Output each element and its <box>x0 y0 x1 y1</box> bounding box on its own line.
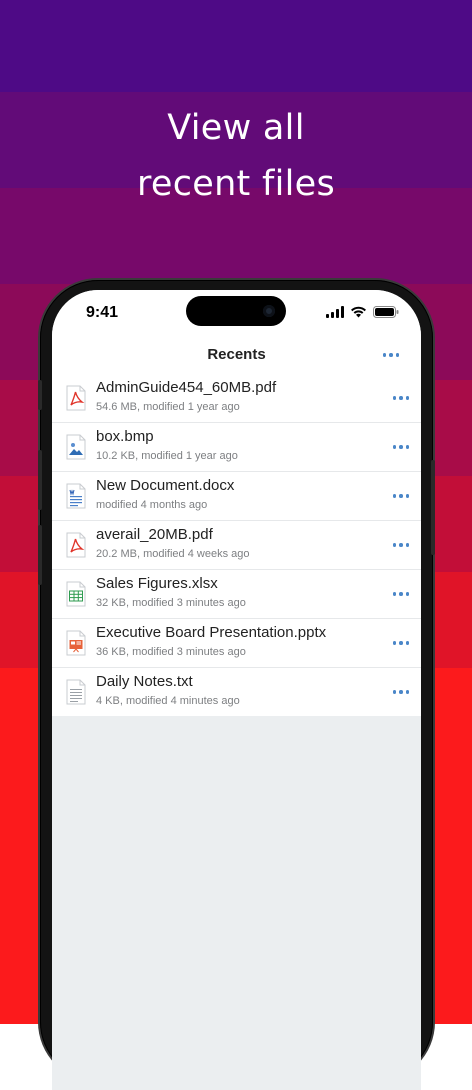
headline: View all recent files <box>0 100 472 212</box>
spreadsheet-icon <box>66 581 86 607</box>
recent-files-list: AdminGuide454_60MB.pdf 54.6 MB, modified… <box>52 374 421 716</box>
file-more-button[interactable] <box>389 585 413 603</box>
pdf-icon <box>66 532 86 558</box>
status-icons <box>326 306 399 318</box>
more-dots-icon <box>389 585 413 603</box>
file-more-button[interactable] <box>389 634 413 652</box>
phone-volume-up-button <box>38 450 42 510</box>
pdf-icon <box>66 385 86 411</box>
file-name: box.bmp <box>96 428 154 445</box>
list-item[interactable]: Executive Board Presentation.pptx 36 KB,… <box>52 619 421 668</box>
dynamic-island <box>186 296 286 326</box>
image-icon <box>66 434 86 460</box>
more-dots-icon <box>382 346 399 364</box>
phone-power-button <box>431 460 435 555</box>
file-more-button[interactable] <box>389 536 413 554</box>
list-item[interactable]: Sales Figures.xlsx 32 KB, modified 3 min… <box>52 570 421 619</box>
wifi-icon <box>351 306 366 318</box>
file-name: Executive Board Presentation.pptx <box>96 624 327 641</box>
page-title: Recents <box>207 346 266 363</box>
presentation-icon <box>66 630 86 656</box>
more-dots-icon <box>389 683 413 701</box>
phone-volume-down-button <box>38 525 42 585</box>
file-meta: 4 KB, modified 4 minutes ago <box>96 695 240 707</box>
file-name: averail_20MB.pdf <box>96 526 213 543</box>
more-dots-icon <box>389 487 413 505</box>
headline-line-2: recent files <box>136 164 336 204</box>
file-meta: 20.2 MB, modified 4 weeks ago <box>96 548 250 560</box>
file-more-button[interactable] <box>389 683 413 701</box>
word-doc-icon <box>66 483 86 509</box>
status-time: 9:41 <box>86 304 119 321</box>
file-meta: 36 KB, modified 3 minutes ago <box>96 646 246 658</box>
more-dots-icon <box>389 389 413 407</box>
file-more-button[interactable] <box>389 487 413 505</box>
list-item[interactable]: box.bmp 10.2 KB, modified 1 year ago <box>52 423 421 472</box>
cellular-signal-icon <box>326 306 344 318</box>
more-dots-icon <box>389 536 413 554</box>
phone-side-button <box>38 380 42 410</box>
status-bar: 9:41 <box>52 290 421 342</box>
file-meta: 32 KB, modified 3 minutes ago <box>96 597 246 609</box>
list-item[interactable]: New Document.docx modified 4 months ago <box>52 472 421 521</box>
file-meta: 54.6 MB, modified 1 year ago <box>96 401 240 413</box>
headline-line-1: View all <box>167 108 305 148</box>
file-name: AdminGuide454_60MB.pdf <box>96 379 277 396</box>
front-camera <box>263 305 275 317</box>
list-item[interactable]: AdminGuide454_60MB.pdf 54.6 MB, modified… <box>52 374 421 423</box>
list-item[interactable]: Daily Notes.txt 4 KB, modified 4 minutes… <box>52 668 421 716</box>
file-name: Daily Notes.txt <box>96 673 193 690</box>
more-dots-icon <box>389 438 413 456</box>
phone-screen: 9:41 Recents AdminGuide454_60MB.pdf 54.6… <box>52 290 421 1090</box>
file-more-button[interactable] <box>389 438 413 456</box>
file-meta: modified 4 months ago <box>96 499 208 511</box>
battery-icon <box>373 306 399 318</box>
navigation-bar: Recents <box>52 342 421 375</box>
file-more-button[interactable] <box>389 389 413 407</box>
text-file-icon <box>66 679 86 705</box>
file-meta: 10.2 KB, modified 1 year ago <box>96 450 238 462</box>
more-options-button[interactable] <box>382 346 399 364</box>
more-dots-icon <box>389 634 413 652</box>
file-name: Sales Figures.xlsx <box>96 575 218 592</box>
file-name: New Document.docx <box>96 477 235 494</box>
list-item[interactable]: averail_20MB.pdf 20.2 MB, modified 4 wee… <box>52 521 421 570</box>
background-band <box>0 0 472 96</box>
